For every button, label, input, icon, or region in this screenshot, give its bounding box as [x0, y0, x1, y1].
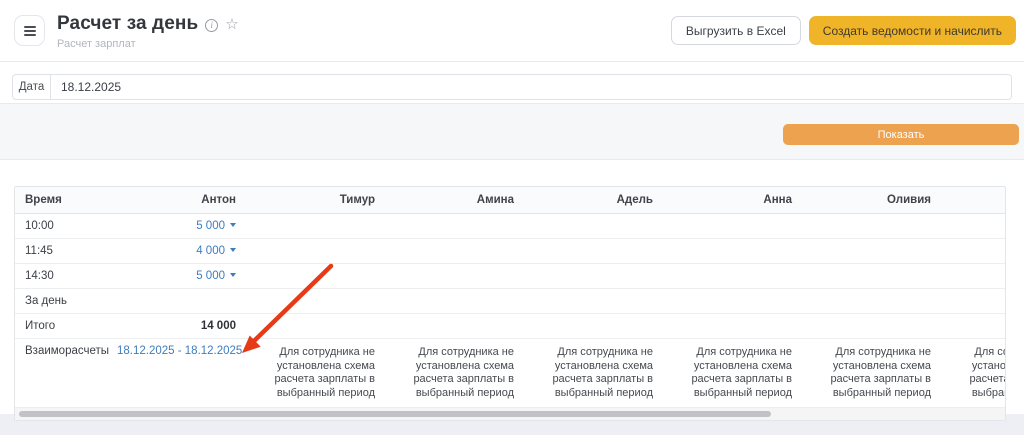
export-excel-button[interactable]: Выгрузить в Excel — [671, 16, 801, 45]
column-header-amina: Амина — [385, 187, 524, 214]
column-header-timur: Тимур — [246, 187, 385, 214]
empty-cell — [385, 239, 524, 264]
time-cell: 14:30 — [15, 264, 107, 289]
empty-cell — [246, 239, 385, 264]
empty-cell — [941, 214, 1006, 239]
settlements-label-cell: Взаиморасчеты — [15, 339, 107, 408]
favorite-star-icon[interactable]: ☆ — [225, 17, 238, 32]
date-filter: Дата — [12, 74, 1012, 100]
caret-down-icon — [230, 223, 236, 227]
empty-cell — [663, 214, 802, 239]
no-scheme-message: Для сотрудника не установлена схема расч… — [941, 339, 1006, 408]
empty-cell — [524, 264, 663, 289]
empty-cell — [802, 239, 941, 264]
actions-band: Показать — [0, 104, 1024, 160]
amount-cell: 5 000 — [107, 214, 246, 239]
table-row-1145: 11:45 4 000 — [15, 239, 1006, 264]
time-cell: 11:45 — [15, 239, 107, 264]
info-icon[interactable]: i — [205, 19, 218, 32]
table-row-1430: 14:30 5 000 — [15, 264, 1006, 289]
amount-cell: 4 000 — [107, 239, 246, 264]
hamburger-icon — [24, 30, 36, 32]
create-statements-button[interactable]: Создать ведомости и начислить — [809, 16, 1016, 45]
empty-cell — [941, 239, 1006, 264]
table-row-1000: 10:00 5 000 — [15, 214, 1006, 239]
empty-cell — [385, 264, 524, 289]
no-scheme-message: Для сотрудника не установлена схема расч… — [524, 339, 663, 408]
table-row-day: За день — [15, 289, 1006, 314]
empty-cell — [663, 289, 802, 314]
column-header-adel: Адель — [524, 187, 663, 214]
column-header-time: Время — [15, 187, 107, 214]
amount-value: 5 000 — [196, 270, 225, 282]
column-header-anton: Антон — [107, 187, 246, 214]
title-block: Расчет за день i ☆ Расчет зарплат — [57, 13, 671, 50]
empty-cell — [385, 289, 524, 314]
empty-cell — [524, 314, 663, 339]
empty-cell — [246, 289, 385, 314]
date-input[interactable] — [51, 75, 1011, 99]
table-header-row: Время Антон Тимур Амина Адель Анна Оливи… — [15, 187, 1006, 214]
amount-value: 4 000 — [196, 245, 225, 257]
empty-cell — [246, 214, 385, 239]
empty-cell — [385, 214, 524, 239]
column-header-clipped — [941, 187, 1006, 214]
empty-cell — [802, 214, 941, 239]
empty-cell — [663, 314, 802, 339]
no-scheme-message: Для сотрудника не установлена схема расч… — [385, 339, 524, 408]
top-bar: Расчет за день i ☆ Расчет зарплат Выгруз… — [0, 0, 1024, 62]
table-row-settlements: Взаиморасчеты 18.12.2025 - 18.12.2025 Дл… — [15, 339, 1006, 408]
empty-cell — [802, 314, 941, 339]
amount-link[interactable]: 5 000 — [196, 220, 236, 232]
amount-link[interactable]: 5 000 — [196, 270, 236, 282]
payroll-table-container: Время Антон Тимур Амина Адель Анна Оливи… — [14, 186, 1006, 421]
no-scheme-message: Для сотрудника не установлена схема расч… — [802, 339, 941, 408]
time-cell: 10:00 — [15, 214, 107, 239]
total-label-cell: Итого — [15, 314, 107, 339]
amount-link[interactable]: 4 000 — [196, 245, 236, 257]
empty-cell — [941, 289, 1006, 314]
settlement-period-link[interactable]: 18.12.2025 - 18.12.2025 — [117, 345, 242, 357]
date-filter-label: Дата — [13, 75, 51, 99]
top-actions: Выгрузить в Excel Создать ведомости и на… — [671, 16, 1016, 45]
amount-value: 5 000 — [196, 220, 225, 232]
amount-cell: 5 000 — [107, 264, 246, 289]
day-label-cell: За день — [15, 289, 107, 314]
settlement-period-cell: 18.12.2025 - 18.12.2025 — [107, 339, 246, 408]
show-button[interactable]: Показать — [783, 124, 1019, 145]
empty-cell — [524, 239, 663, 264]
empty-cell — [663, 264, 802, 289]
filter-section: Дата — [0, 62, 1024, 104]
caret-down-icon — [230, 273, 236, 277]
horizontal-scrollbar[interactable] — [15, 408, 1005, 420]
empty-cell — [802, 264, 941, 289]
empty-cell — [246, 314, 385, 339]
empty-cell — [524, 214, 663, 239]
empty-cell — [107, 289, 246, 314]
empty-cell — [524, 289, 663, 314]
payroll-table: Время Антон Тимур Амина Адель Анна Оливи… — [15, 187, 1006, 408]
total-value-cell: 14 000 — [107, 314, 246, 339]
empty-cell — [941, 264, 1006, 289]
column-header-olivia: Оливия — [802, 187, 941, 214]
empty-cell — [941, 314, 1006, 339]
no-scheme-message: Для сотрудника не установлена схема расч… — [663, 339, 802, 408]
page-subtitle: Расчет зарплат — [57, 38, 671, 50]
scrollbar-thumb[interactable] — [19, 411, 771, 417]
no-scheme-message: Для сотрудника не установлена схема расч… — [246, 339, 385, 408]
caret-down-icon — [230, 248, 236, 252]
empty-cell — [802, 289, 941, 314]
table-section: Время Антон Тимур Амина Адель Анна Оливи… — [0, 160, 1024, 414]
payroll-day-page: Расчет за день i ☆ Расчет зарплат Выгруз… — [0, 0, 1024, 435]
empty-cell — [246, 264, 385, 289]
table-row-total: Итого 14 000 — [15, 314, 1006, 339]
page-title: Расчет за день — [57, 13, 198, 35]
column-header-anna: Анна — [663, 187, 802, 214]
empty-cell — [385, 314, 524, 339]
menu-button[interactable] — [14, 15, 45, 46]
empty-cell — [663, 239, 802, 264]
